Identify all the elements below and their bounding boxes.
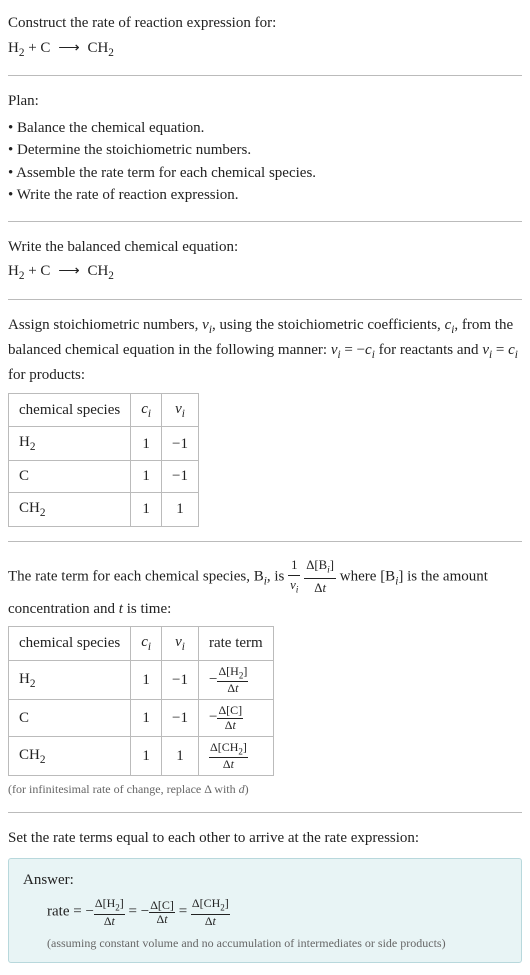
- cell-ci: 1: [131, 736, 162, 775]
- cell-vi: −1: [162, 661, 199, 700]
- cell-rate: −Δ[H2]Δt: [198, 661, 273, 700]
- table-header-row: chemical species ci νi: [9, 393, 199, 427]
- final-section: Set the rate terms equal to each other t…: [8, 823, 522, 966]
- cell-ci: 1: [131, 461, 162, 493]
- table-row: CH2 1 1 Δ[CH2]Δt: [9, 736, 274, 775]
- cell-vi: −1: [162, 461, 199, 493]
- intro-section: Construct the rate of reaction expressio…: [8, 8, 522, 65]
- stoich-intro: Assign stoichiometric numbers, νi, using…: [8, 314, 522, 386]
- cell-ci: 1: [131, 427, 162, 461]
- divider: [8, 299, 522, 300]
- stoich-section: Assign stoichiometric numbers, νi, using…: [8, 310, 522, 530]
- rateterm-table: chemical species ci νi rate term H2 1 −1…: [8, 626, 274, 776]
- table-row: C 1 −1 −Δ[C]Δt: [9, 700, 274, 736]
- cell-ci: 1: [131, 700, 162, 736]
- answer-label: Answer:: [23, 869, 507, 892]
- plan-title: Plan:: [8, 90, 522, 113]
- divider: [8, 75, 522, 76]
- rateterm-section: The rate term for each chemical species,…: [8, 552, 522, 803]
- cell-vi: −1: [162, 427, 199, 461]
- cell-species: C: [9, 700, 131, 736]
- table-row: H2 1 −1 −Δ[H2]Δt: [9, 661, 274, 700]
- table-row: C 1 −1: [9, 461, 199, 493]
- answer-rate: rate = −Δ[H2]Δt = −Δ[C]Δt = Δ[CH2]Δt: [47, 897, 507, 927]
- col-vi: νi: [162, 393, 199, 427]
- cell-species: CH2: [9, 492, 131, 526]
- col-vi: νi: [162, 627, 199, 661]
- cell-rate: Δ[CH2]Δt: [198, 736, 273, 775]
- cell-ci: 1: [131, 492, 162, 526]
- intro-equation: H2 + C ⟶ CH2: [8, 37, 522, 62]
- divider: [8, 221, 522, 222]
- plan-item: • Write the rate of reaction expression.: [8, 184, 522, 207]
- balanced-equation: H2 + C ⟶ CH2: [8, 260, 522, 285]
- balanced-section: Write the balanced chemical equation: H2…: [8, 232, 522, 289]
- cell-species: CH2: [9, 736, 131, 775]
- cell-rate: −Δ[C]Δt: [198, 700, 273, 736]
- table-header-row: chemical species ci νi rate term: [9, 627, 274, 661]
- plan-item: • Determine the stoichiometric numbers.: [8, 139, 522, 162]
- col-ci: ci: [131, 393, 162, 427]
- col-species: chemical species: [9, 393, 131, 427]
- cell-species: C: [9, 461, 131, 493]
- rateterm-note: (for infinitesimal rate of change, repla…: [8, 780, 522, 798]
- cell-ci: 1: [131, 661, 162, 700]
- plan-section: Plan: • Balance the chemical equation. •…: [8, 86, 522, 211]
- plan-item: • Assemble the rate term for each chemic…: [8, 162, 522, 185]
- cell-vi: 1: [162, 492, 199, 526]
- intro-prompt: Construct the rate of reaction expressio…: [8, 12, 522, 35]
- cell-species: H2: [9, 661, 131, 700]
- divider: [8, 812, 522, 813]
- divider: [8, 541, 522, 542]
- table-row: CH2 1 1: [9, 492, 199, 526]
- stoich-table: chemical species ci νi H2 1 −1 C 1 −1 CH…: [8, 393, 199, 527]
- col-ci: ci: [131, 627, 162, 661]
- cell-vi: −1: [162, 700, 199, 736]
- answer-box: Answer: rate = −Δ[H2]Δt = −Δ[C]Δt = Δ[CH…: [8, 858, 522, 963]
- answer-note: (assuming constant volume and no accumul…: [47, 934, 507, 952]
- final-title: Set the rate terms equal to each other t…: [8, 827, 522, 850]
- balanced-title: Write the balanced chemical equation:: [8, 236, 522, 259]
- cell-species: H2: [9, 427, 131, 461]
- plan-item: • Balance the chemical equation.: [8, 117, 522, 140]
- cell-vi: 1: [162, 736, 199, 775]
- col-species: chemical species: [9, 627, 131, 661]
- table-row: H2 1 −1: [9, 427, 199, 461]
- plan-list: • Balance the chemical equation. • Deter…: [8, 117, 522, 207]
- rateterm-intro: The rate term for each chemical species,…: [8, 556, 522, 621]
- col-rate: rate term: [198, 627, 273, 661]
